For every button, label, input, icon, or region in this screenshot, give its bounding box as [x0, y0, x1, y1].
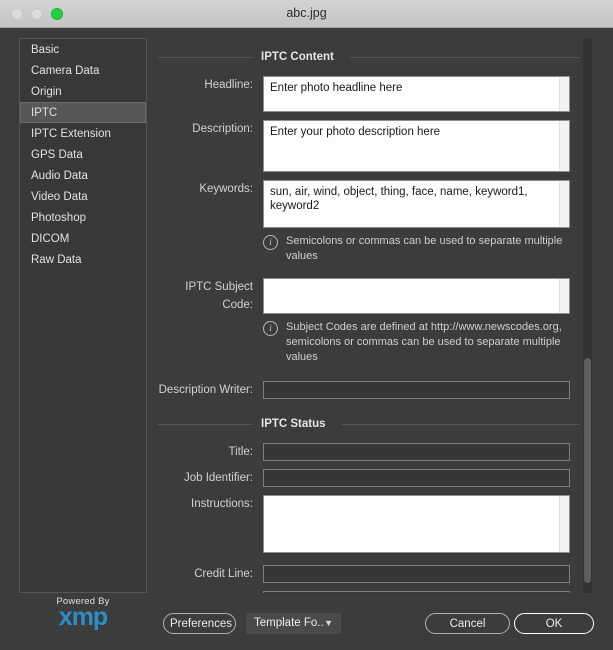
- subject-code-hint: i Subject Codes are defined at http://ww…: [263, 320, 570, 365]
- description-field-wrap: Enter your photo description here: [263, 120, 580, 172]
- description-label: Description:: [192, 123, 253, 135]
- description-writer-field-wrap: [263, 381, 580, 399]
- title-input[interactable]: [263, 443, 570, 461]
- metadata-dialog: abc.jpg Basic Camera Data Origin IPTC IP…: [0, 0, 613, 650]
- description-writer-label: Description Writer:: [158, 384, 253, 396]
- keywords-label: Keywords:: [199, 183, 253, 195]
- credit-line-input[interactable]: [263, 565, 570, 583]
- instructions-label: Instructions:: [191, 498, 253, 510]
- row-credit-line: Credit Line:: [158, 565, 580, 583]
- metadata-panel: IPTC Content Headline: Enter photo headl…: [158, 38, 594, 593]
- ok-button[interactable]: OK: [514, 613, 594, 634]
- sidebar-item-origin[interactable]: Origin: [20, 81, 146, 102]
- info-icon: i: [263, 235, 278, 250]
- row-source: Source:: [158, 591, 580, 593]
- source-label: Source:: [158, 591, 263, 593]
- info-icon: i: [263, 321, 278, 336]
- job-identifier-input[interactable]: [263, 469, 570, 487]
- subject-code-input[interactable]: [263, 278, 570, 314]
- credit-line-field-wrap: [263, 565, 580, 583]
- sidebar-item-raw-data[interactable]: Raw Data: [20, 249, 146, 270]
- subject-code-field-wrap: i Subject Codes are defined at http://ww…: [263, 278, 580, 365]
- keywords-hint-text: Semicolons or commas can be used to sepa…: [286, 235, 563, 262]
- instructions-input[interactable]: [263, 495, 570, 553]
- source-input[interactable]: [263, 591, 570, 593]
- keywords-input[interactable]: sun, air, wind, object, thing, face, nam…: [263, 180, 570, 228]
- row-title: Title:: [158, 443, 580, 461]
- sidebar-item-dicom[interactable]: DICOM: [20, 228, 146, 249]
- xmp-branding: Powered By xmp: [22, 596, 144, 630]
- template-folder-dropdown[interactable]: Template Fo.. ▼: [246, 613, 341, 634]
- section-title-iptc-content: IPTC Content: [261, 51, 334, 63]
- panel-scrollbar[interactable]: [583, 38, 592, 593]
- xmp-logo: xmp: [58, 603, 108, 631]
- subject-code-label: IPTC Subject Code:: [185, 281, 253, 311]
- sidebar-item-video-data[interactable]: Video Data: [20, 186, 146, 207]
- cancel-button[interactable]: Cancel: [425, 613, 510, 634]
- section-rule-right: [341, 423, 580, 425]
- metadata-pane: IPTC Content Headline: Enter photo headl…: [158, 38, 580, 593]
- section-title-iptc-status: IPTC Status: [261, 418, 326, 430]
- row-headline: Headline: Enter photo headline here: [158, 76, 580, 112]
- category-sidebar[interactable]: Basic Camera Data Origin IPTC IPTC Exten…: [19, 38, 147, 593]
- row-subject-code: IPTC Subject Code: i Subject Codes are d…: [158, 278, 580, 365]
- source-field-wrap: [263, 591, 580, 593]
- scrollbar-thumb[interactable]: [584, 358, 591, 583]
- row-description: Description: Enter your photo descriptio…: [158, 120, 580, 172]
- description-input[interactable]: Enter your photo description here: [263, 120, 570, 172]
- section-rule-left: [158, 423, 253, 425]
- window-title: abc.jpg: [286, 6, 327, 20]
- headline-input[interactable]: Enter photo headline here: [263, 76, 570, 112]
- row-job-identifier: Job Identifier:: [158, 469, 580, 487]
- sidebar-item-audio-data[interactable]: Audio Data: [20, 165, 146, 186]
- job-identifier-field-wrap: [263, 469, 580, 487]
- row-instructions: Instructions:: [158, 495, 580, 553]
- section-header-iptc-status: IPTC Status: [158, 413, 580, 435]
- section-header-iptc-content: IPTC Content: [158, 46, 580, 68]
- chevron-down-icon: ▼: [324, 618, 333, 628]
- subject-code-hint-text: Subject Codes are defined at http://www.…: [286, 321, 562, 363]
- job-identifier-label: Job Identifier:: [183, 472, 253, 484]
- title-label: Title:: [228, 446, 254, 458]
- sidebar-item-iptc[interactable]: IPTC: [20, 102, 146, 123]
- sidebar-item-gps-data[interactable]: GPS Data: [20, 144, 146, 165]
- row-description-writer: Description Writer:: [158, 381, 580, 399]
- sidebar-item-photoshop[interactable]: Photoshop: [20, 207, 146, 228]
- keywords-field-wrap: sun, air, wind, object, thing, face, nam…: [263, 180, 580, 264]
- window-titlebar: abc.jpg: [0, 0, 613, 28]
- preferences-button[interactable]: Preferences: [163, 613, 236, 634]
- section-rule-right: [349, 56, 580, 58]
- sidebar-item-basic[interactable]: Basic: [20, 39, 146, 60]
- instructions-field-wrap: [263, 495, 580, 553]
- headline-field-wrap: Enter photo headline here: [263, 76, 580, 112]
- headline-label: Headline:: [204, 79, 253, 91]
- description-writer-input[interactable]: [263, 381, 570, 399]
- window-body: Basic Camera Data Origin IPTC IPTC Exten…: [0, 28, 613, 650]
- template-folder-label: Template Fo..: [254, 617, 324, 629]
- credit-line-label: Credit Line:: [194, 568, 253, 580]
- keywords-hint: i Semicolons or commas can be used to se…: [263, 234, 570, 264]
- sidebar-item-iptc-extension[interactable]: IPTC Extension: [20, 123, 146, 144]
- sidebar-item-camera-data[interactable]: Camera Data: [20, 60, 146, 81]
- row-keywords: Keywords: sun, air, wind, object, thing,…: [158, 180, 580, 264]
- title-field-wrap: [263, 443, 580, 461]
- section-rule-left: [158, 56, 253, 58]
